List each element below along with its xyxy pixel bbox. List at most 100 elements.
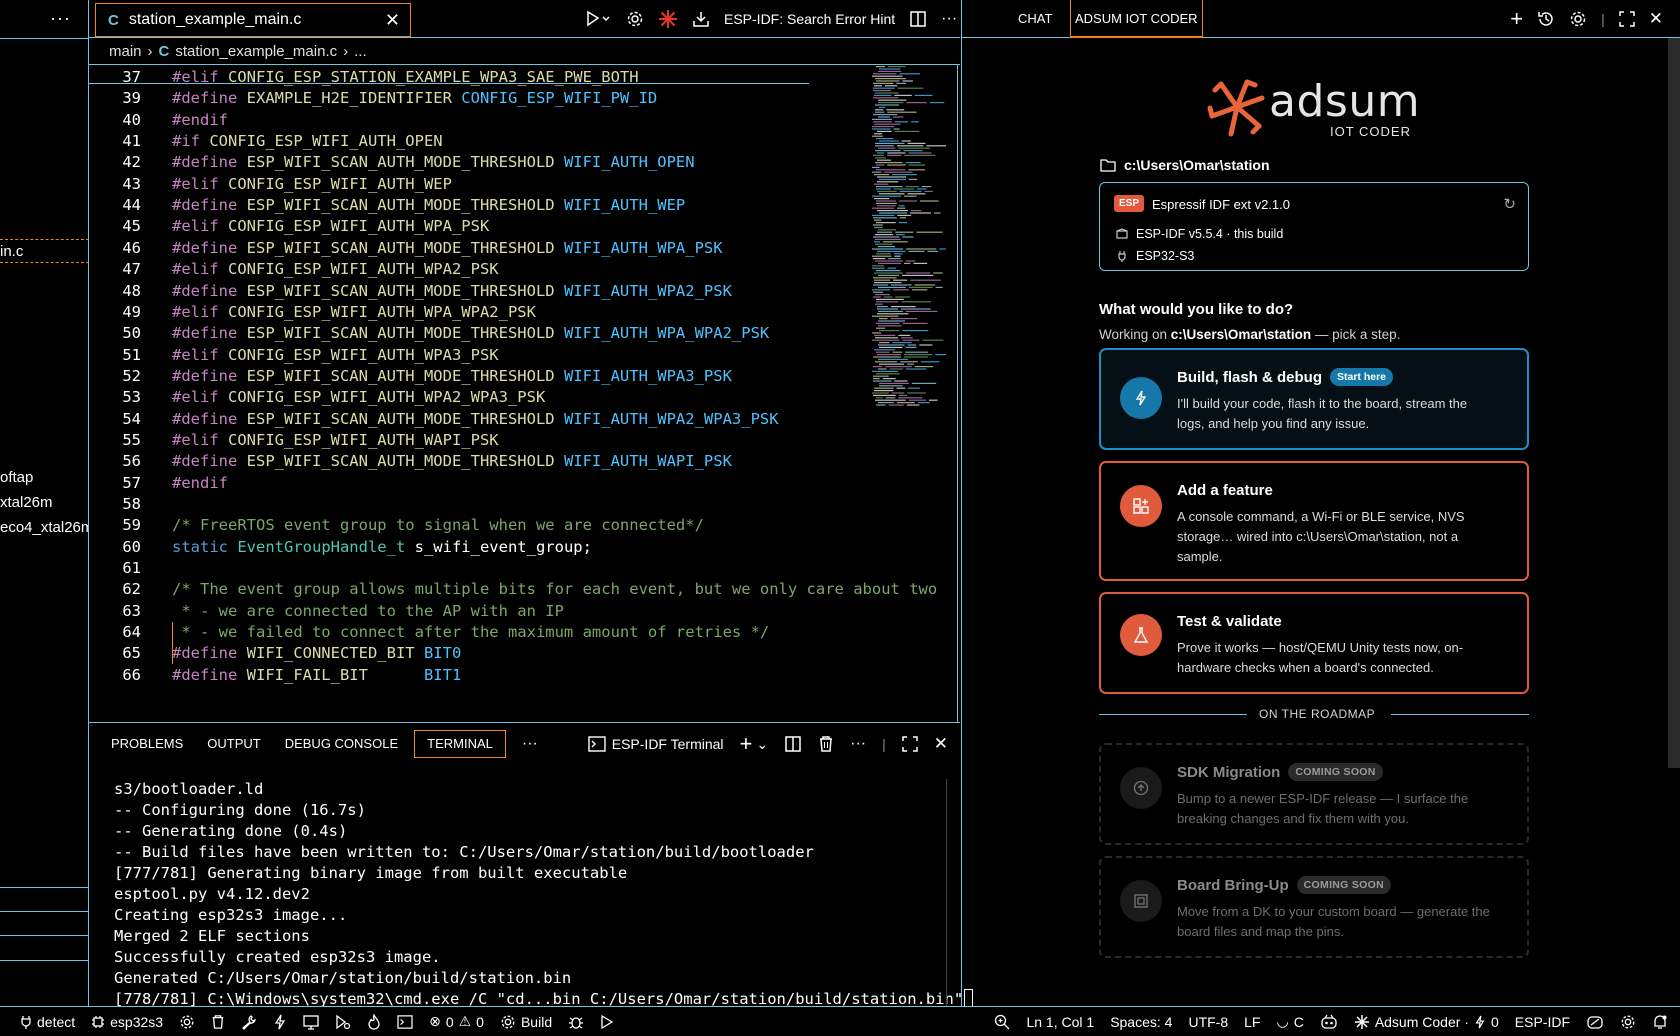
trash-icon[interactable]	[203, 1007, 233, 1036]
maximize-icon[interactable]	[1619, 11, 1635, 27]
wrench-icon[interactable]	[233, 1007, 265, 1036]
breadcrumb-more[interactable]: ...	[354, 43, 367, 60]
tab-problems[interactable]: PROBLEMS	[99, 723, 195, 765]
terminal-name[interactable]: ESP-IDF Terminal	[612, 736, 724, 752]
line-ending[interactable]: LF	[1236, 1007, 1268, 1036]
card-title: Board Bring-Up COMING SOON	[1177, 876, 1391, 894]
trash-icon[interactable]	[818, 735, 834, 753]
close-icon[interactable]: ✕	[1649, 9, 1663, 29]
encoding[interactable]: UTF-8	[1180, 1007, 1236, 1036]
terminal-line-text: -- Generating done (0.4s)	[114, 822, 348, 840]
tab-terminal[interactable]: TERMINAL	[414, 730, 506, 758]
tab-debug-console[interactable]: DEBUG CONSOLE	[273, 723, 410, 765]
gear-icon[interactable]	[1569, 10, 1587, 28]
play-icon[interactable]	[592, 1007, 622, 1036]
new-terminal-icon[interactable]: +	[740, 731, 753, 757]
code-token: ESP_WIFI_SCAN_AUTH_MODE_THRESHOLD	[246, 281, 564, 300]
monitor-icon[interactable]	[295, 1007, 327, 1036]
search-error-hint-button[interactable]: ESP-IDF: Search Error Hint	[724, 11, 895, 27]
adsum-coder-status[interactable]: Adsum Coder · 0	[1346, 1007, 1507, 1036]
refresh-icon[interactable]: ↻	[1503, 195, 1516, 213]
run-debug-icon[interactable]	[586, 10, 612, 28]
minimap-line	[919, 344, 933, 346]
indentation[interactable]: Spaces: 4	[1102, 1007, 1180, 1036]
terminal-scrollbar[interactable]	[946, 779, 960, 1007]
terminal-icon[interactable]	[389, 1007, 421, 1036]
editor-scrollbar[interactable]	[957, 65, 959, 722]
zoom-icon[interactable]	[986, 1007, 1018, 1036]
bug-icon[interactable]	[560, 1007, 592, 1036]
copilot-icon[interactable]	[1312, 1007, 1346, 1036]
gear-icon[interactable]	[626, 10, 644, 28]
chat-header: CHAT ADSUM IOT CODER + | ✕	[962, 0, 1680, 38]
more-actions-icon[interactable]: ···	[850, 735, 866, 753]
test-validate-card[interactable]: Test & validate Prove it works — host/QE…	[1099, 592, 1529, 694]
more-actions-icon[interactable]: ···	[941, 10, 957, 28]
close-panel-icon[interactable]: ✕	[934, 734, 948, 754]
add-feature-card[interactable]: Add a feature A console command, a Wi-Fi…	[1099, 461, 1529, 581]
gear-icon[interactable]	[171, 1007, 203, 1036]
flash-download-icon[interactable]	[692, 10, 710, 28]
tab-chat[interactable]: CHAT	[1018, 0, 1052, 38]
workspace-path-label: c:\Users\Omar\station	[1124, 157, 1270, 173]
minimap-line	[924, 190, 933, 192]
notifications-bell-icon[interactable]	[1644, 1007, 1680, 1036]
minimap-line	[876, 186, 903, 188]
explorer-file-item[interactable]: xtal26m	[0, 491, 53, 515]
chat-scrollbar[interactable]	[1668, 38, 1680, 768]
minimap-line	[933, 212, 941, 214]
copilot-status-icon[interactable]	[1578, 1007, 1612, 1036]
settings-sync-icon[interactable]	[1612, 1007, 1644, 1036]
tab-adsum-iot-coder[interactable]: ADSUM IOT CODER	[1070, 0, 1203, 38]
close-tab-icon[interactable]: ✕	[385, 10, 400, 31]
build-button[interactable]: Build	[492, 1007, 560, 1036]
minimap-line	[888, 404, 904, 406]
build-flash-debug-card[interactable]: Build, flash & debug Start here I'll bui…	[1099, 348, 1529, 450]
minimap-line	[873, 378, 880, 380]
explorer-file-item[interactable]: in.c	[0, 239, 88, 263]
fire-icon[interactable]	[359, 1007, 389, 1036]
minimap-line	[875, 361, 898, 363]
esp-idf-status[interactable]: ESP-IDF	[1507, 1007, 1578, 1036]
flash-icon[interactable]	[265, 1007, 295, 1036]
panel-more-icon[interactable]: ···	[510, 723, 550, 765]
problems-status[interactable]: ⊗ 0 ⚠ 0	[421, 1007, 492, 1036]
minimap-line	[873, 296, 881, 298]
minimap-line	[895, 234, 905, 236]
minimap-line	[877, 306, 889, 308]
chevron-down-icon[interactable]: ⌄	[756, 736, 768, 753]
maximize-panel-icon[interactable]	[902, 736, 918, 752]
editor-tab-active[interactable]: C station_example_main.c ✕	[95, 3, 411, 37]
espressif-icon[interactable]	[658, 9, 678, 29]
explorer-file-item[interactable]: oftap	[0, 466, 33, 490]
code-token: CONFIG_ESP_WIFI_AUTH_WAPI_PSK	[228, 430, 499, 449]
minimap-line	[876, 222, 896, 224]
debug-icon[interactable]	[327, 1007, 359, 1036]
environment-info-card: ESP Espressif IDF ext v2.1.0 ↻ ESP-IDF v…	[1099, 182, 1529, 271]
language-mode[interactable]: ◡ C	[1268, 1007, 1311, 1036]
terminal-output[interactable]: s3/bootloader.ld -- Configuring done (16.…	[114, 779, 974, 1010]
cursor-position[interactable]: Ln 1, Col 1	[1018, 1007, 1102, 1036]
line-source: #define ESP_WIFI_SCAN_AUTH_MODE_THRESHOL…	[172, 280, 732, 302]
tab-output[interactable]: OUTPUT	[195, 723, 272, 765]
code-editor[interactable]: 37 #elif CONFIG_ESP_STATION_EXAMPLE_WPA3_…	[89, 65, 960, 722]
minimap-line	[905, 162, 921, 164]
sidebar-section-divider	[0, 887, 88, 888]
split-terminal-icon[interactable]	[784, 735, 802, 753]
detect-port-button[interactable]: detect	[0, 1007, 83, 1036]
minimap-line	[907, 363, 914, 365]
split-editor-icon[interactable]	[909, 10, 927, 28]
line-source: #define EXAMPLE_H2E_IDENTIFIER CONFIG_ES…	[172, 87, 657, 109]
minimap-line	[910, 212, 931, 214]
history-icon[interactable]	[1537, 10, 1555, 28]
target-button[interactable]: esp32s3	[83, 1007, 171, 1036]
minimap[interactable]	[870, 66, 946, 426]
minimap-line	[905, 260, 916, 262]
new-chat-icon[interactable]: +	[1510, 6, 1523, 32]
breadcrumb-folder[interactable]: main	[109, 43, 142, 60]
sidebar-more-icon[interactable]: ···	[50, 8, 71, 29]
line-number: 63	[122, 601, 141, 620]
terminal-line: -- Generating done (0.4s)	[114, 821, 940, 842]
breadcrumb-file[interactable]: station_example_main.c	[175, 43, 337, 60]
explorer-file-item[interactable]: eco4_xtal26m	[0, 516, 88, 540]
